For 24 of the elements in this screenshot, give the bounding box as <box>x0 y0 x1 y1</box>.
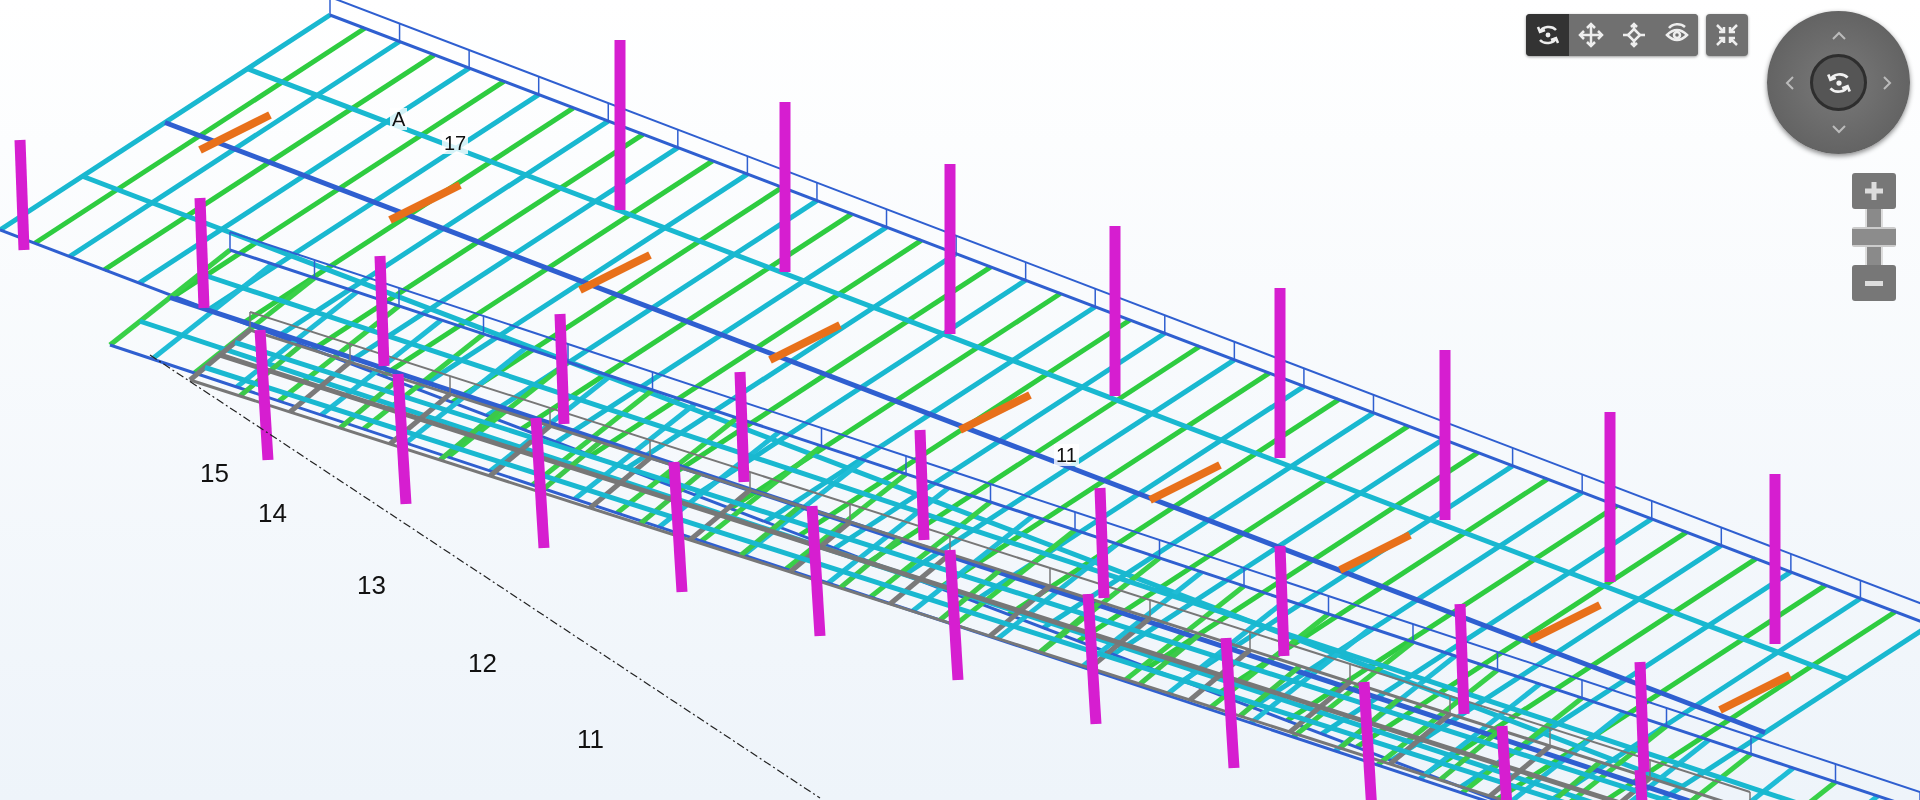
grid-label: 14 <box>258 500 287 526</box>
look-mode-button[interactable] <box>1655 14 1698 56</box>
chevron-left-icon[interactable] <box>1785 75 1795 91</box>
grid-label: 13 <box>357 572 386 598</box>
grid-label: 15 <box>200 460 229 486</box>
zoom-in-button[interactable] <box>1852 173 1896 209</box>
zoom-slider-thumb[interactable] <box>1852 227 1896 247</box>
model-viewport[interactable]: 15 14 13 12 11 A 17 11 <box>0 0 1920 800</box>
grid-label: 11 <box>577 726 604 752</box>
rotate-button[interactable] <box>1810 54 1867 111</box>
minus-icon <box>1865 280 1883 286</box>
rotate-mode-button[interactable] <box>1526 14 1569 56</box>
grid-label: 12 <box>468 650 497 676</box>
collapse-arrows-icon <box>1714 22 1740 48</box>
fit-view-button[interactable] <box>1706 14 1748 56</box>
chevron-up-icon[interactable] <box>1831 31 1847 41</box>
pan-mode-button[interactable] <box>1569 14 1612 56</box>
move-arrows-icon <box>1576 21 1605 49</box>
grid-label: 11 <box>1054 444 1079 466</box>
grid-label: A <box>390 108 408 130</box>
chevron-down-icon[interactable] <box>1831 124 1847 134</box>
zoom-out-button[interactable] <box>1852 265 1896 301</box>
chevron-right-icon[interactable] <box>1882 75 1892 91</box>
plus-icon <box>1863 180 1885 202</box>
